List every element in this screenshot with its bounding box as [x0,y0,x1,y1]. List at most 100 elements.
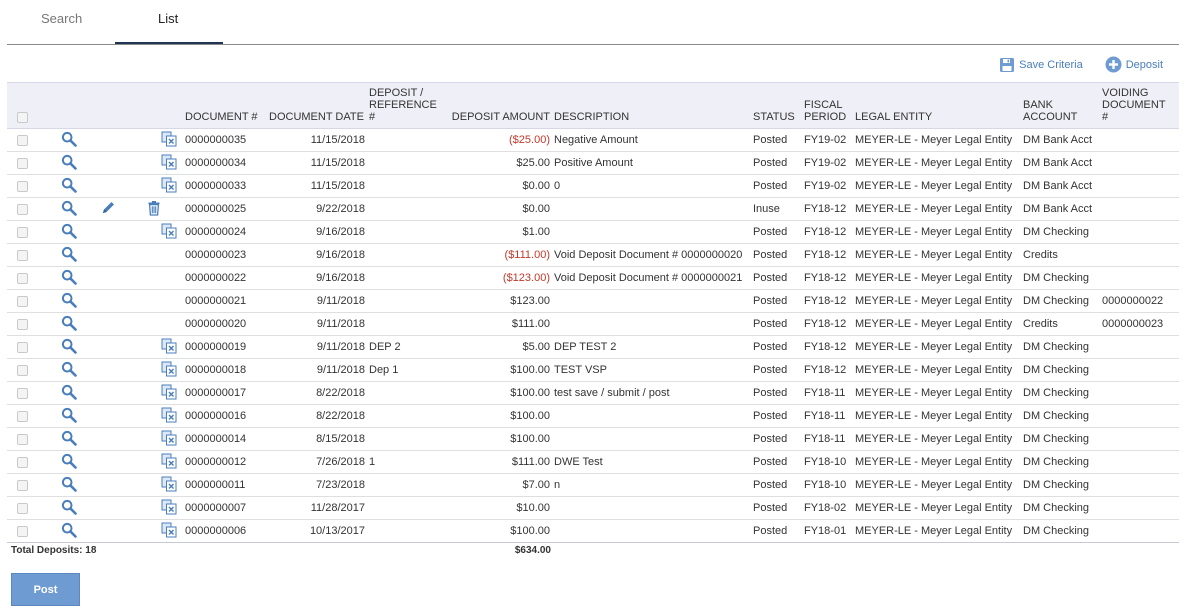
row-select-checkbox[interactable] [17,479,28,491]
legal-entity: MEYER-LE - Meyer Legal Entity [853,427,1021,451]
voiding-document: 0000000023 [1100,312,1179,336]
copy-void-icon[interactable] [161,453,177,472]
row-select-checkbox[interactable] [17,134,28,146]
voiding-header-line-2: DOCUMENT [1102,99,1166,111]
document-number: 0000000034 [183,151,267,175]
reference [367,128,441,152]
status: Posted [751,358,802,382]
fiscal-period: FY18-10 [802,473,853,497]
deposit-amount: $0.00 [441,174,552,198]
view-search-icon[interactable] [61,522,77,541]
view-search-icon[interactable] [61,177,77,196]
view-search-icon[interactable] [61,453,77,472]
copy-void-icon[interactable] [161,154,177,173]
row-select-checkbox[interactable] [17,525,28,537]
view-search-icon[interactable] [61,200,77,219]
view-search-icon[interactable] [61,154,77,173]
column-header-legal-entity[interactable]: LEGAL ENTITY [853,82,1021,129]
view-search-icon[interactable] [61,246,77,265]
view-search-icon[interactable] [61,315,77,334]
row-select-checkbox[interactable] [17,203,28,215]
copy-void-icon[interactable] [161,177,177,196]
column-header-reference[interactable]: DEPOSIT / REFERENCE # [367,82,441,129]
view-search-icon[interactable] [61,338,77,357]
row-select-checkbox[interactable] [17,387,28,399]
save-criteria-button[interactable]: Save Criteria [999,57,1083,73]
view-search-icon[interactable] [61,476,77,495]
row-select-checkbox[interactable] [17,295,28,307]
bank-account: DM Checking [1021,427,1100,451]
column-header-document[interactable]: DOCUMENT # [183,82,267,129]
view-search-icon[interactable] [61,269,77,288]
voiding-document [1100,151,1179,175]
column-header-description[interactable]: DESCRIPTION [552,82,751,129]
row-select-checkbox[interactable] [17,157,28,169]
document-date: 11/15/2018 [267,174,367,198]
deposit-amount: $111.00 [441,450,552,474]
deposits-table: DOCUMENT # DOCUMENT DATE DEPOSIT / REFER… [7,82,1179,543]
document-number: 0000000016 [183,404,267,428]
row-select-checkbox[interactable] [17,364,28,376]
voiding-document [1100,335,1179,359]
reference [367,427,441,451]
column-header-voiding-document[interactable]: VOIDING DOCUMENT # [1100,82,1179,129]
row-select-checkbox[interactable] [17,226,28,238]
toolbar: Save Criteria Deposit [999,56,1163,73]
row-select-checkbox[interactable] [17,180,28,192]
tab-search[interactable]: Search [41,11,82,26]
deposit-label: Deposit [1125,58,1163,71]
row-select-checkbox[interactable] [17,502,28,514]
column-header-document-date[interactable]: DOCUMENT DATE [267,82,367,129]
copy-void-icon[interactable] [161,407,177,426]
legal-entity: MEYER-LE - Meyer Legal Entity [853,174,1021,198]
deposit-amount: $123.00 [441,289,552,313]
view-search-icon[interactable] [61,292,77,311]
row-select-checkbox[interactable] [17,341,28,353]
copy-void-icon[interactable] [161,131,177,150]
row-select-checkbox[interactable] [17,433,28,445]
select-all-checkbox[interactable] [17,111,28,123]
voiding-document [1100,450,1179,474]
view-search-icon[interactable] [61,223,77,242]
view-search-icon[interactable] [61,384,77,403]
column-header-status[interactable]: STATUS [751,82,802,129]
copy-void-icon[interactable] [161,338,177,357]
delete-trash-icon[interactable] [146,200,162,219]
view-search-icon[interactable] [61,131,77,150]
view-search-icon[interactable] [61,499,77,518]
view-search-icon[interactable] [61,361,77,380]
reference: Dep 1 [367,358,441,382]
reference [367,404,441,428]
status: Posted [751,381,802,405]
document-number: 0000000019 [183,335,267,359]
tab-list[interactable]: List [158,11,178,26]
add-deposit-button[interactable]: Deposit [1105,56,1163,73]
copy-void-icon[interactable] [161,522,177,541]
row-select-checkbox[interactable] [17,272,28,284]
legal-entity: MEYER-LE - Meyer Legal Entity [853,266,1021,290]
copy-void-icon[interactable] [161,384,177,403]
view-search-icon[interactable] [61,430,77,449]
edit-pencil-icon[interactable] [100,200,116,219]
copy-void-icon[interactable] [161,361,177,380]
description [552,312,751,336]
copy-void-icon[interactable] [161,223,177,242]
column-header-deposit-amount[interactable]: DEPOSIT AMOUNT [441,82,552,129]
row-select-checkbox[interactable] [17,318,28,330]
column-header-fiscal-period[interactable]: FISCAL PERIOD [802,82,853,129]
status: Posted [751,404,802,428]
table-row: 0000000025 9/22/2018 $0.00 Inuse FY18-12 MEYE… [7,197,1179,221]
document-date: 11/15/2018 [267,151,367,175]
row-select-checkbox[interactable] [17,249,28,261]
view-search-icon[interactable] [61,407,77,426]
copy-void-icon[interactable] [161,430,177,449]
column-header-bank-account[interactable]: BANK ACCOUNT [1021,82,1100,129]
table-row: 0000000023 9/16/2018 ($111.00) Void Deposit… [7,243,1179,267]
post-button[interactable]: Post [11,573,80,606]
copy-void-icon[interactable] [161,476,177,495]
legal-entity: MEYER-LE - Meyer Legal Entity [853,519,1021,543]
row-select-checkbox[interactable] [17,410,28,422]
reference [367,519,441,543]
row-select-checkbox[interactable] [17,456,28,468]
copy-void-icon[interactable] [161,499,177,518]
